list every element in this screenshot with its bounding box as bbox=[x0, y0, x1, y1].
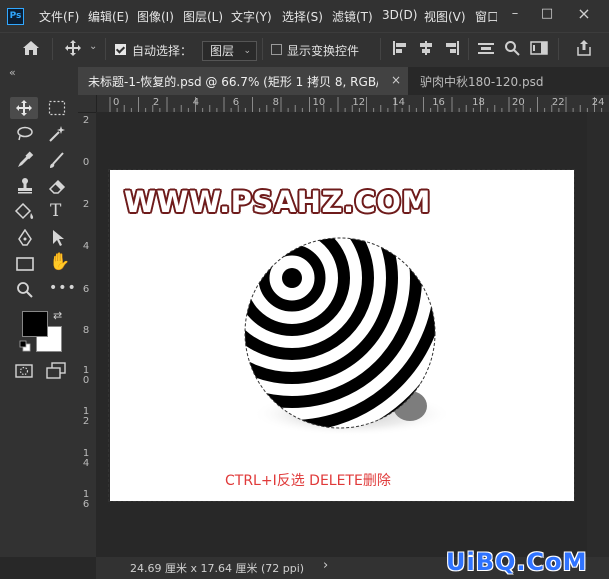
paint-bucket-tool-icon[interactable] bbox=[14, 203, 36, 221]
menu-type[interactable]: 文字(Y) bbox=[231, 8, 272, 25]
tab-active-label: 未标题-1-恢复的.psd @ 66.7% (矩形 1 拷贝 8, RGB/8#… bbox=[88, 75, 378, 89]
default-colors-icon[interactable] bbox=[19, 340, 31, 352]
align-horizontal-center-icon[interactable] bbox=[418, 40, 434, 56]
ruler-label: 10 bbox=[312, 97, 326, 108]
pen-tool-icon[interactable] bbox=[16, 229, 34, 247]
search-icon[interactable] bbox=[504, 40, 520, 56]
share-icon[interactable] bbox=[576, 39, 592, 57]
rectangle-tool-icon[interactable] bbox=[15, 256, 35, 272]
dropdown-value: 图层 bbox=[210, 44, 235, 58]
document-size-status: 24.69 厘米 x 17.64 厘米 (72 ppi) bbox=[130, 562, 305, 575]
screen-mode-icon[interactable] bbox=[46, 362, 66, 380]
type-tool-icon[interactable]: T bbox=[50, 201, 61, 221]
collapse-panel-icon[interactable]: « bbox=[9, 66, 16, 79]
ruler-label: 12 bbox=[352, 97, 366, 108]
hand-tool-icon[interactable]: ✋ bbox=[49, 252, 70, 272]
path-selection-tool-icon[interactable] bbox=[50, 229, 66, 247]
home-icon[interactable] bbox=[22, 40, 40, 56]
marquee-tool-icon[interactable] bbox=[48, 100, 66, 116]
align-right-icon[interactable] bbox=[444, 40, 460, 56]
ruler-label: 16 bbox=[82, 489, 90, 510]
ruler-label: 2 bbox=[82, 199, 90, 210]
magic-wand-tool-icon[interactable] bbox=[48, 125, 66, 143]
clone-stamp-tool-icon[interactable] bbox=[16, 177, 34, 195]
divider bbox=[558, 38, 559, 60]
ruler-label: 8 bbox=[82, 325, 90, 336]
ruler-label: 2 bbox=[152, 97, 160, 108]
menu-filter[interactable]: 滤镜(T) bbox=[332, 8, 373, 25]
menu-file[interactable]: 文件(F) bbox=[39, 8, 79, 25]
ruler-label: 18 bbox=[472, 97, 485, 108]
quick-mask-icon[interactable] bbox=[15, 364, 33, 378]
minimize-icon[interactable]: – bbox=[505, 4, 525, 24]
more-tools-icon[interactable]: ••• bbox=[49, 280, 77, 296]
menu-image[interactable]: 图像(I) bbox=[137, 8, 174, 25]
eyedropper-tool-icon[interactable] bbox=[16, 151, 34, 169]
menu-edit[interactable]: 编辑(E) bbox=[88, 8, 129, 25]
menu-view[interactable]: 视图(V) bbox=[424, 8, 466, 25]
photoshop-logo-icon: Ps bbox=[7, 8, 24, 25]
divider bbox=[52, 38, 53, 60]
chevron-down-icon: ⌄ bbox=[243, 46, 251, 56]
ruler-label: 0 bbox=[113, 97, 120, 108]
tab-inactive-document[interactable]: 驴肉中秋180-120.psd bbox=[420, 73, 543, 90]
zoom-tool-icon[interactable] bbox=[16, 281, 34, 299]
status-menu-arrow-icon[interactable]: › bbox=[323, 558, 328, 573]
ruler-label: 14 bbox=[82, 448, 90, 469]
ruler-label: 12 bbox=[82, 406, 90, 427]
workspace-icon[interactable] bbox=[530, 40, 548, 56]
divider bbox=[468, 38, 469, 60]
ruler-label: 10 bbox=[82, 365, 90, 386]
menu-layer[interactable]: 图层(L) bbox=[183, 8, 223, 25]
menu-3d[interactable]: 3D(D) bbox=[382, 8, 417, 22]
move-tool-icon[interactable] bbox=[16, 100, 32, 116]
maximize-icon[interactable]: □ bbox=[537, 4, 557, 24]
close-icon[interactable]: × bbox=[574, 4, 594, 24]
ruler-label: 4 bbox=[82, 241, 90, 252]
ruler-label: 16 bbox=[432, 97, 445, 108]
ruler-label: 22 bbox=[551, 97, 565, 108]
divider bbox=[262, 38, 263, 60]
menu-window[interactable]: 窗口 bbox=[475, 8, 497, 25]
ruler-label: 0 bbox=[82, 157, 90, 168]
ruler-label: 14 bbox=[392, 97, 406, 108]
menu-select[interactable]: 选择(S) bbox=[282, 8, 323, 25]
swap-colors-icon[interactable]: ⇄ bbox=[53, 309, 62, 322]
divider bbox=[380, 38, 381, 60]
ruler-label: 20 bbox=[512, 97, 525, 108]
vertical-scrollbar[interactable] bbox=[587, 112, 609, 557]
align-left-icon[interactable] bbox=[392, 40, 408, 56]
marching-ants-selection bbox=[108, 169, 575, 502]
eraser-tool-icon[interactable] bbox=[48, 177, 66, 195]
auto-select-checkbox[interactable] bbox=[115, 44, 126, 55]
ruler-origin[interactable] bbox=[78, 95, 97, 113]
auto-select-label: 自动选择： bbox=[132, 44, 193, 58]
distribute-icon[interactable] bbox=[477, 40, 495, 56]
move-tool-icon[interactable] bbox=[64, 39, 82, 57]
tab-close-icon[interactable]: × bbox=[391, 73, 401, 87]
show-transform-label: 显示变换控件 bbox=[287, 44, 360, 58]
site-watermark: UiBQ.CoM bbox=[446, 548, 588, 576]
auto-select-target-dropdown[interactable]: 图层 ⌄ bbox=[202, 41, 257, 61]
ruler-label: 2 bbox=[82, 115, 90, 126]
ruler-label: 4 bbox=[192, 97, 200, 108]
chevron-down-icon[interactable]: ⌄ bbox=[89, 41, 97, 52]
show-transform-checkbox[interactable] bbox=[271, 44, 282, 55]
brush-tool-icon[interactable] bbox=[48, 151, 66, 169]
ruler-label: 8 bbox=[272, 97, 279, 108]
divider bbox=[105, 38, 106, 60]
lasso-tool-icon[interactable] bbox=[16, 126, 34, 142]
foreground-color-swatch[interactable] bbox=[22, 311, 48, 337]
ruler-label: 6 bbox=[82, 284, 90, 295]
ruler-label: 6 bbox=[232, 97, 240, 108]
ruler-label: 24 bbox=[591, 97, 605, 108]
